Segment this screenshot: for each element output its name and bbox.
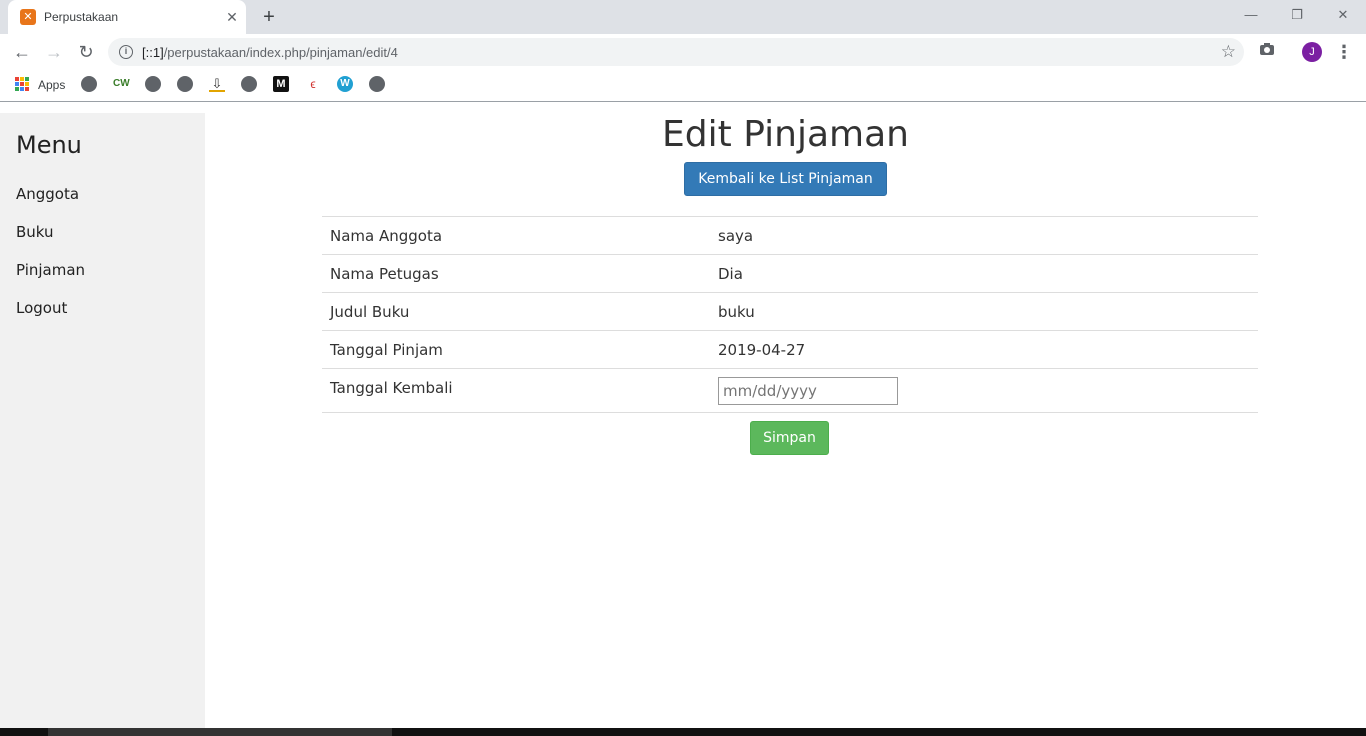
sidebar-item-pinjaman[interactable]: Pinjaman (16, 261, 85, 279)
table-row: Nama Petugas Dia (322, 254, 1258, 293)
more-menu-icon[interactable]: ⋮ (1334, 42, 1354, 62)
loan-form-table: Nama Anggota saya Nama Petugas Dia Judul… (322, 216, 1258, 413)
taskbar-search[interactable] (48, 728, 392, 736)
field-value: saya (710, 216, 1258, 255)
bookmark-download-icon[interactable]: ⇩ (209, 76, 225, 92)
browser-tab[interactable]: ✕ Perpustakaan ✕ (8, 0, 246, 34)
bookmark-swirl-icon[interactable]: ϵ (305, 76, 321, 92)
field-value (710, 368, 1258, 413)
browser-tabstrip: ✕ Perpustakaan ✕ + — ❐ ✕ (0, 0, 1366, 34)
reload-icon[interactable]: ↻ (74, 40, 98, 64)
minimize-icon[interactable]: — (1238, 4, 1264, 26)
page-content: Menu Anggota Buku Pinjaman Logout Edit P… (0, 103, 1366, 728)
page-title: Edit Pinjaman (662, 114, 909, 155)
bookmarks-bar: Apps CW ⇩ M ϵ W (0, 70, 1366, 102)
return-date-input[interactable] (718, 376, 898, 405)
globe-icon[interactable] (81, 76, 97, 92)
field-value: 2019-04-27 (710, 330, 1258, 369)
globe-icon[interactable] (369, 76, 385, 92)
main-panel: Edit Pinjaman Kembali ke List Pinjaman N… (205, 103, 1366, 728)
apps-label[interactable]: Apps (38, 78, 65, 92)
apps-grid-icon[interactable] (15, 77, 29, 91)
field-value: buku (710, 292, 1258, 331)
globe-icon[interactable] (241, 76, 257, 92)
field-label: Judul Buku (322, 292, 710, 331)
url-text[interactable]: [::1]/perpustakaan/index.php/pinjaman/ed… (142, 45, 398, 60)
sidebar: Menu Anggota Buku Pinjaman Logout (0, 113, 205, 728)
field-label: Tanggal Kembali (322, 368, 710, 413)
info-icon[interactable]: i (119, 45, 133, 59)
globe-icon[interactable] (145, 76, 161, 92)
new-tab-icon[interactable]: + (258, 6, 280, 28)
url-host: [::1] (142, 45, 164, 60)
xampp-icon: ✕ (20, 9, 36, 25)
table-row: Tanggal Kembali (322, 368, 1258, 413)
bookmark-cw-icon[interactable]: CW (113, 76, 130, 92)
camera-icon[interactable] (1257, 42, 1277, 62)
os-taskbar (0, 728, 1366, 736)
medium-icon[interactable]: M (273, 76, 289, 92)
address-bar[interactable]: i [::1]/perpustakaan/index.php/pinjaman/… (108, 38, 1244, 66)
field-label: Nama Petugas (322, 254, 710, 293)
field-value: Dia (710, 254, 1258, 293)
sidebar-item-anggota[interactable]: Anggota (16, 185, 79, 203)
field-label: Nama Anggota (322, 216, 710, 255)
wordpress-icon[interactable]: W (337, 76, 353, 92)
save-button[interactable]: Simpan (750, 421, 829, 455)
globe-icon[interactable] (177, 76, 193, 92)
url-path: /perpustakaan/index.php/pinjaman/edit/4 (163, 45, 398, 60)
restore-icon[interactable]: ❐ (1284, 4, 1310, 26)
sidebar-item-buku[interactable]: Buku (16, 223, 54, 241)
forward-icon[interactable]: → (42, 40, 66, 64)
back-to-list-button[interactable]: Kembali ke List Pinjaman (684, 162, 887, 196)
sidebar-item-logout[interactable]: Logout (16, 299, 67, 317)
menu-title: Menu (16, 131, 82, 159)
tab-title: Perpustakaan (44, 10, 119, 24)
table-row: Judul Buku buku (322, 292, 1258, 331)
window-close-icon[interactable]: ✕ (1330, 4, 1356, 26)
close-icon[interactable]: ✕ (224, 9, 240, 25)
back-icon[interactable]: ← (10, 40, 34, 64)
field-label: Tanggal Pinjam (322, 330, 710, 369)
table-row: Nama Anggota saya (322, 216, 1258, 255)
browser-toolbar: ← → ↻ i [::1]/perpustakaan/index.php/pin… (0, 34, 1366, 70)
avatar[interactable]: J (1302, 42, 1322, 62)
star-icon[interactable]: ☆ (1221, 42, 1236, 62)
table-row: Tanggal Pinjam 2019-04-27 (322, 330, 1258, 369)
